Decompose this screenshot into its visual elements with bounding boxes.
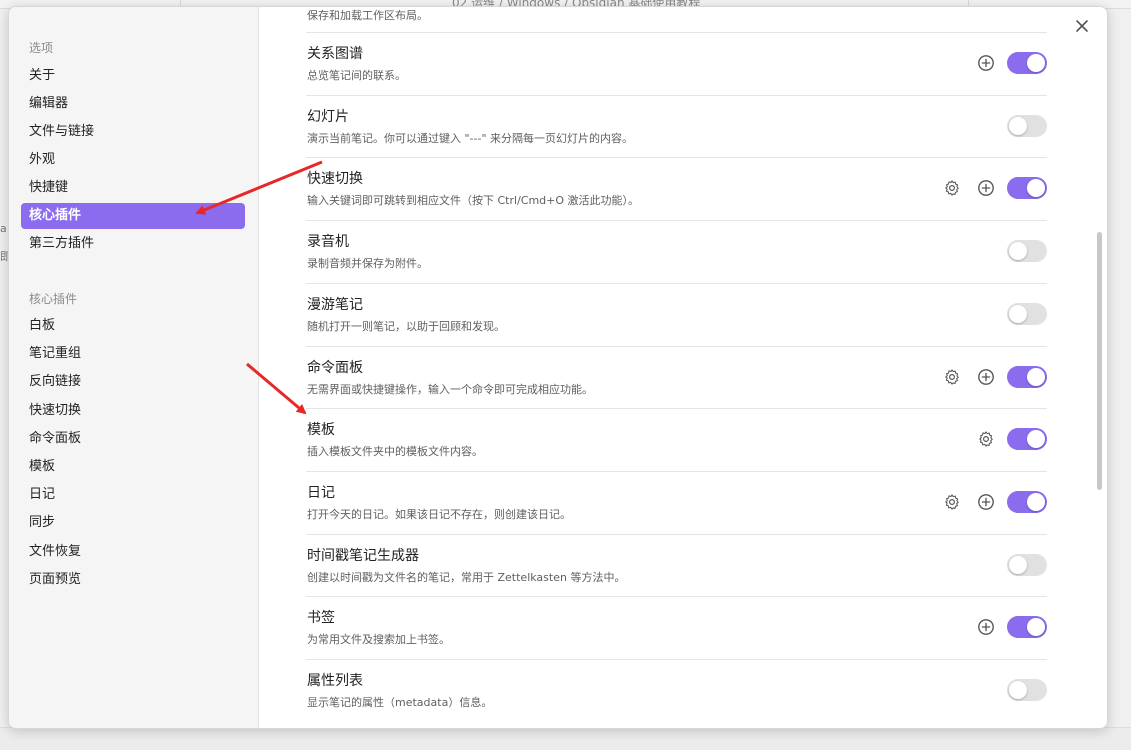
plugin-toggle[interactable] <box>1007 114 1047 137</box>
plugin-description: 输入关键词即可跳转到相应文件（按下 Ctrl/Cmd+O 激活此功能）。 <box>307 194 640 208</box>
sidebar-core-plugin-item[interactable]: 笔记重组 <box>21 341 245 367</box>
sidebar-core-plugin-item[interactable]: 页面预览 <box>21 567 245 593</box>
plugin-toggle[interactable] <box>1007 52 1047 74</box>
plugin-title: 漫游笔记 <box>307 296 363 313</box>
toggle-knob <box>1009 116 1027 135</box>
plugin-description: 总览笔记间的联系。 <box>307 69 406 82</box>
sidebar-section-options: 选项 <box>29 41 54 55</box>
sidebar-core-plugin-item[interactable]: 日记 <box>21 482 245 508</box>
plugin-description: 无需界面或快捷键操作，输入一个命令即可完成相应功能。 <box>307 382 593 396</box>
plugin-row: 漫游笔记随机打开一则笔记，以助于回顾和发现。 <box>306 282 1047 345</box>
toggle-knob <box>1009 555 1027 574</box>
plugin-title: 属性列表 <box>307 673 363 689</box>
toggle-knob <box>1027 618 1045 637</box>
plugin-toggle[interactable] <box>1007 428 1047 451</box>
gear-icon[interactable] <box>943 368 961 386</box>
plus-circle-icon[interactable] <box>977 618 995 636</box>
plugin-description: 为常用文件及搜索加上书签。 <box>307 633 450 647</box>
sidebar-core-plugin-item[interactable]: 反向链接 <box>21 369 245 395</box>
plugin-row: 日记打开今天的日记。如果该日记不存在，则创建该日记。 <box>306 470 1047 533</box>
plugin-row: 快速切换输入关键词即可跳转到相应文件（按下 Ctrl/Cmd+O 激活此功能）。 <box>306 157 1047 219</box>
plugin-title: 快速切换 <box>307 171 363 188</box>
plugin-description: 打开今天的日记。如果该日记不存在，则创建该日记。 <box>307 507 571 521</box>
plugin-description: 录制音频并保存为附件。 <box>307 257 428 271</box>
plugin-toggle[interactable] <box>1007 365 1047 388</box>
plus-circle-icon[interactable] <box>977 54 995 72</box>
close-icon[interactable] <box>1073 17 1091 35</box>
sidebar-item[interactable]: 核心插件 <box>21 203 245 229</box>
settings-modal: 选项 关于 编辑器 文件与链接 外观 快捷键 核心插件 第三方插件 核心插件 白板 笔记重组反… <box>8 6 1108 729</box>
scrollbar-thumb[interactable] <box>1097 232 1102 490</box>
sidebar-section-core-plugins: 核心插件 <box>29 292 78 306</box>
plugin-toggle[interactable] <box>1007 490 1047 513</box>
sidebar-item[interactable]: 快捷键 <box>21 175 245 201</box>
plugin-title: 命令面板 <box>307 359 363 376</box>
background-edge-text: a <box>0 222 7 235</box>
plugin-description: 插入模板文件夹中的模板文件内容。 <box>307 445 483 459</box>
background-status-bar <box>0 727 1131 750</box>
plugin-description: 随机打开一则笔记，以助于回顾和发现。 <box>307 319 505 333</box>
plugin-toggle[interactable] <box>1007 679 1047 701</box>
toggle-knob <box>1009 304 1027 323</box>
plugin-title: 日记 <box>307 484 335 501</box>
sidebar-item[interactable]: 文件与链接 <box>21 119 245 145</box>
plus-circle-icon[interactable] <box>977 493 995 511</box>
gear-icon[interactable] <box>977 430 995 448</box>
toggle-knob <box>1027 492 1045 511</box>
plugin-title: 模板 <box>307 422 335 439</box>
plugin-title: 关系图谱 <box>307 46 363 62</box>
plugin-row: 关系图谱总览笔记间的联系。 <box>306 32 1047 94</box>
plugin-row: 时间戳笔记生成器创建以时间戳为文件名的笔记，常用于 Zettelkasten 等… <box>306 533 1047 596</box>
toggle-knob <box>1027 430 1045 449</box>
plugin-row: 属性列表显示笔记的属性（metadata）信息。 <box>306 659 1047 721</box>
sidebar-item[interactable]: 外观 <box>21 147 245 173</box>
plugin-row: 幻灯片演示当前笔记。你可以通过键入 "---" 来分隔每一页幻灯片的内容。 <box>306 94 1047 157</box>
plus-circle-icon[interactable] <box>977 179 995 197</box>
plugin-row: 录音机录制音频并保存为附件。 <box>306 220 1047 282</box>
settings-sidebar: 选项 关于 编辑器 文件与链接 外观 快捷键 核心插件 第三方插件 核心插件 白板 笔记重组反… <box>9 7 259 728</box>
sidebar-core-plugin-item[interactable]: 文件恢复 <box>21 539 245 565</box>
plugin-toggle[interactable] <box>1007 240 1047 263</box>
plugin-description-partial: 保存和加载工作区布局。 <box>307 9 428 22</box>
sidebar-core-plugin-item[interactable]: 命令面板 <box>21 426 245 452</box>
toggle-knob <box>1009 242 1027 261</box>
plus-circle-icon[interactable] <box>977 368 995 386</box>
plugin-description: 演示当前笔记。你可以通过键入 "---" 来分隔每一页幻灯片的内容。 <box>307 131 634 145</box>
sidebar-item[interactable]: 关于 <box>21 63 245 89</box>
sidebar-item[interactable]: 第三方插件 <box>21 231 245 257</box>
gear-icon[interactable] <box>943 493 961 511</box>
gear-icon[interactable] <box>943 179 961 197</box>
sidebar-core-plugin-item[interactable]: 白板 <box>21 313 245 339</box>
plugin-description: 显示笔记的属性（metadata）信息。 <box>307 696 493 709</box>
plugin-toggle[interactable] <box>1007 302 1047 325</box>
plugin-row: 命令面板无需界面或快捷键操作，输入一个命令即可完成相应功能。 <box>306 345 1047 408</box>
sidebar-core-plugin-item[interactable]: 快速切换 <box>21 398 245 424</box>
toggle-knob <box>1027 179 1045 198</box>
settings-content: 保存和加载工作区布局。 关系图谱总览笔记间的联系。幻灯片演示当前笔记。你可以通过… <box>259 7 1107 728</box>
toggle-knob <box>1027 54 1045 72</box>
sidebar-core-plugin-item[interactable]: 模板 <box>21 454 245 480</box>
sidebar-core-plugin-item[interactable]: 同步 <box>21 510 245 536</box>
plugin-description: 创建以时间戳为文件名的笔记，常用于 Zettelkasten 等方法中。 <box>307 570 626 584</box>
plugin-row: 模板插入模板文件夹中的模板文件内容。 <box>306 408 1047 470</box>
sidebar-item[interactable]: 编辑器 <box>21 91 245 117</box>
plugin-title: 时间戳笔记生成器 <box>307 547 419 564</box>
plugin-title: 书签 <box>307 610 335 627</box>
plugin-toggle[interactable] <box>1007 616 1047 639</box>
plugin-row: 书签为常用文件及搜索加上书签。 <box>306 596 1047 658</box>
plugin-toggle[interactable] <box>1007 177 1047 200</box>
plugin-title: 录音机 <box>307 234 349 251</box>
plugin-title: 幻灯片 <box>307 108 349 125</box>
toggle-knob <box>1009 681 1027 699</box>
plugin-toggle[interactable] <box>1007 553 1047 576</box>
toggle-knob <box>1027 367 1045 386</box>
